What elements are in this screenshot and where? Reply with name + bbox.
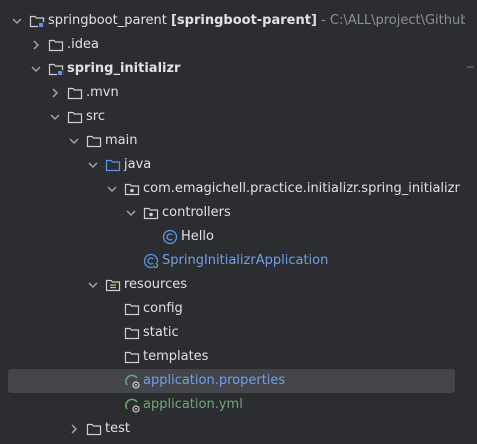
tree-label-root: springboot_parent [springboot-parent] - … (48, 13, 477, 28)
java-class-icon (162, 229, 178, 245)
chevron-down-icon[interactable] (67, 134, 81, 148)
tree-label-resources: resources (124, 277, 188, 292)
folder-icon (124, 327, 140, 340)
scrollbar-thumb[interactable] (467, 66, 474, 68)
package-icon (143, 207, 159, 220)
tree-row-java[interactable]: java (0, 153, 465, 177)
tree-label-controllers: controllers (162, 205, 231, 220)
chevron-right-icon[interactable] (67, 422, 81, 436)
folder-icon (48, 39, 64, 52)
package-icon (124, 183, 140, 196)
tree-row-springboot-parent[interactable]: springboot_parent [springboot-parent] - … (0, 9, 477, 33)
tree-row-mvn[interactable]: .mvn (0, 81, 465, 105)
tree-row-static[interactable]: static (0, 321, 465, 345)
tree-row-test[interactable]: test (0, 417, 465, 441)
folder-icon (86, 423, 102, 436)
tree-label-java: java (124, 157, 152, 172)
chevron-down-icon[interactable] (124, 206, 138, 220)
tree-label-module: spring_initializr (67, 61, 181, 76)
tree-label-src: src (86, 109, 105, 124)
tree-row-package[interactable]: com.emagichell.practice.initializr.sprin… (0, 177, 465, 201)
chevron-down-icon[interactable] (48, 110, 62, 124)
folder-icon (124, 303, 140, 316)
tree-label-config: config (143, 301, 183, 316)
tree-label-test: test (105, 421, 130, 436)
chevron-right-icon[interactable] (48, 86, 62, 100)
tree-label-static: static (143, 325, 179, 340)
tree-row-main[interactable]: main (0, 129, 465, 153)
chevron-down-icon[interactable] (105, 182, 119, 196)
chevron-down-icon[interactable] (10, 14, 24, 28)
spring-config-icon (125, 398, 140, 413)
tree-row-controllers[interactable]: controllers (0, 201, 465, 225)
tree-row-hello[interactable]: Hello (0, 225, 465, 249)
tree-label-mvn: .mvn (86, 85, 119, 100)
tree-row-templates[interactable]: templates (0, 345, 465, 369)
tree-row-config[interactable]: config (0, 297, 465, 321)
folder-icon (67, 87, 83, 100)
chevron-right-icon[interactable] (29, 38, 43, 52)
tree-row-app-properties[interactable]: application.properties (8, 369, 455, 393)
project-tree: springboot_parent [springboot-parent] - … (0, 0, 477, 444)
tree-row-resources[interactable]: resources (0, 273, 465, 297)
source-folder-icon (105, 159, 121, 172)
tree-label-templates: templates (143, 349, 209, 364)
chevron-down-icon[interactable] (86, 158, 100, 172)
resources-folder-icon (105, 279, 121, 292)
spring-boot-class-icon (143, 253, 159, 269)
chevron-down-icon[interactable] (29, 62, 43, 76)
tree-row-idea[interactable]: .idea (0, 33, 465, 57)
module-folder-icon (48, 63, 64, 76)
spring-config-icon (125, 374, 140, 389)
folder-icon (86, 135, 102, 148)
tree-label-hello: Hello (181, 229, 214, 244)
tree-row-app-class[interactable]: SpringInitializrApplication (0, 249, 465, 273)
tree-label-idea: .idea (67, 37, 99, 52)
folder-icon (124, 351, 140, 364)
vertical-scrollbar[interactable] (465, 0, 477, 444)
tree-row-spring-initializr[interactable]: spring_initializr (0, 57, 465, 81)
tree-label-app-properties: application.properties (143, 373, 286, 388)
tree-label-app-class: SpringInitializrApplication (162, 253, 329, 268)
tree-label-app-yml: application.yml (143, 397, 243, 412)
folder-icon (67, 111, 83, 124)
tree-row-app-yml[interactable]: application.yml (0, 393, 465, 417)
module-folder-icon (29, 15, 45, 28)
tree-row-src[interactable]: src (0, 105, 465, 129)
tree-label-main: main (105, 133, 138, 148)
tree-label-package: com.emagichell.practice.initializr.sprin… (143, 181, 460, 196)
chevron-down-icon[interactable] (86, 278, 100, 292)
